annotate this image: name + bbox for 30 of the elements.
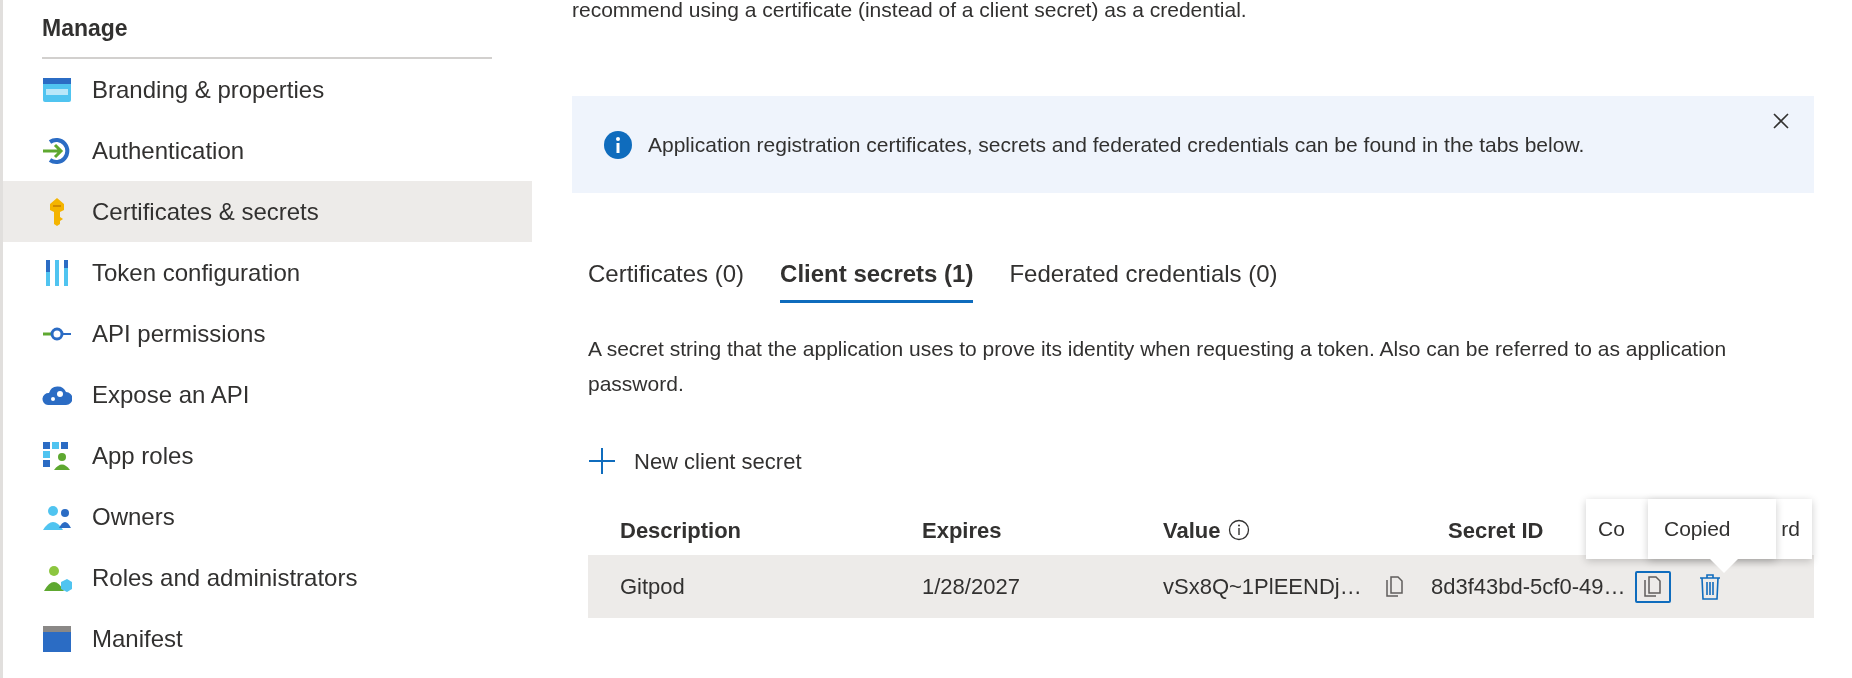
grid-person-icon — [42, 440, 72, 471]
table-cell-text: 1/28/2027 — [921, 573, 1020, 601]
banner-message: Application registration certificates, secrets and federated credentials can be found in the tabs below. — [648, 131, 1586, 158]
new-client-secret-button[interactable]: New client secret — [588, 439, 802, 483]
column-header: Value — [1163, 516, 1221, 545]
sign-in-arrow-icon — [42, 135, 72, 166]
trash-icon — [1699, 573, 1722, 600]
plus-icon — [588, 447, 616, 475]
intro-text: recommend using a certificate (instead of a client secret) as a credential. — [572, 0, 1248, 22]
info-icon — [604, 130, 632, 159]
column-header: Expires — [922, 516, 1002, 545]
code-window-icon — [42, 623, 72, 654]
description-text: A secret string that the application uses to prove its identity when requesting a token. Also can be referred to as application password. — [587, 336, 1728, 397]
table-cell-text: vSx8Q~1PlEENDj… — [1163, 573, 1362, 601]
tooltip-text: rd — [1781, 516, 1800, 543]
column-header: Description — [620, 516, 742, 545]
copy-button[interactable] — [1635, 570, 1672, 603]
tab[interactable]: Client secrets (1) — [780, 247, 974, 303]
column-header: Secret ID — [1448, 516, 1544, 545]
copy-icon — [1385, 575, 1405, 598]
tooltip-text: Co — [1598, 516, 1625, 543]
table-cell-text: 8d3f43bd-5cf0-49… — [1431, 573, 1626, 601]
tab[interactable]: Federated credentials (0) — [1009, 247, 1278, 303]
table-cell-text: Gitpod — [619, 573, 685, 601]
tooltip: Copied — [1648, 499, 1776, 575]
tab[interactable]: Certificates (0) — [588, 247, 745, 303]
close-icon — [1773, 113, 1789, 129]
section-heading: Manage — [42, 14, 129, 42]
copy-icon — [1643, 575, 1664, 598]
sidebar-item[interactable]: Certificates & secrets — [3, 181, 532, 242]
